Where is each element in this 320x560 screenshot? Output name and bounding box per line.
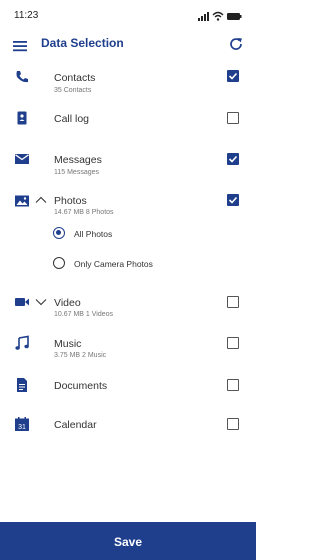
item-subtitle-messages: 115 Messages [54,169,100,176]
save-button[interactable]: Save [0,522,256,560]
check-icon [228,196,237,204]
check-icon [228,72,237,80]
call-log-icon [17,111,27,125]
document-icon [17,378,27,392]
chevron-down-icon[interactable] [35,297,47,307]
item-subtitle-music: 3.75 MB 2 Music [54,352,107,359]
radio-all-photos[interactable] [53,227,65,239]
signal-icon [198,12,209,21]
item-title-photos: Photos [54,195,87,207]
checkbox-messages[interactable] [227,153,239,165]
status-icons [198,11,242,21]
status-bar: 11:23 [0,0,256,32]
checkbox-video[interactable] [227,296,239,308]
phone-icon [16,71,28,83]
menu-icon[interactable] [12,38,28,54]
calendar-day-label: 31 [18,424,26,431]
envelope-icon [15,154,29,164]
item-title-video: Video [54,297,81,309]
item-title-calendar: Calendar [54,419,97,431]
app-bar: Data Selection [0,32,256,62]
save-label: Save [113,534,143,549]
checkbox-photos[interactable] [227,194,239,206]
checkbox-call-log[interactable] [227,112,239,124]
checkbox-documents[interactable] [227,379,239,391]
item-title-documents: Documents [54,380,108,392]
checkbox-calendar[interactable] [227,418,239,430]
checkbox-music[interactable] [227,337,239,349]
radio-camera-photos[interactable] [53,257,65,269]
chevron-up-icon[interactable] [35,195,47,205]
item-subtitle-contacts: 35 Contacts [54,87,92,94]
calendar-icon: 31 [15,417,29,431]
check-icon [228,155,237,163]
radio-label-camera-photos: Only Camera Photos [74,259,153,269]
item-title-messages: Messages [54,154,102,166]
item-title-call-log: Call log [54,113,90,125]
item-title-music: Music [54,338,82,350]
video-camera-icon [15,298,29,306]
image-icon [15,195,29,207]
item-subtitle-video: 10.67 MB 1 Videos [54,311,114,318]
battery-icon [227,13,242,20]
checkbox-contacts[interactable] [227,70,239,82]
status-time: 11:23 [14,10,39,21]
wifi-icon [212,11,224,21]
radio-label-all-photos: All Photos [74,229,113,239]
music-note-icon [15,335,29,350]
item-subtitle-photos: 14.67 MB 8 Photos [54,209,114,216]
item-title-contacts: Contacts [54,72,96,84]
page-title: Data Selection [41,36,124,50]
refresh-icon[interactable] [228,36,244,52]
